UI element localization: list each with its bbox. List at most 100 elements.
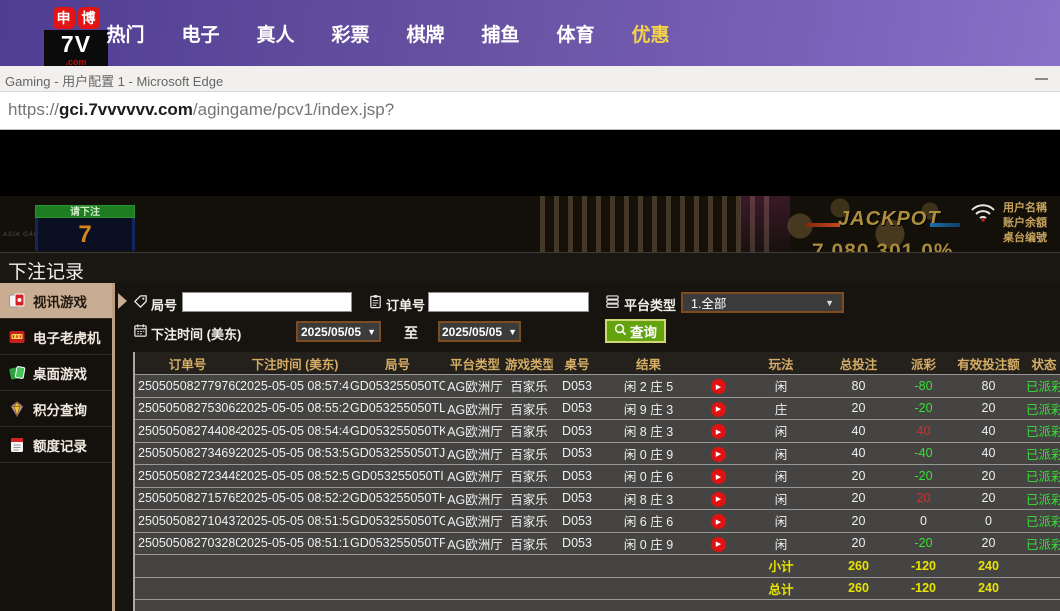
play-video-button[interactable]: ▶ — [711, 514, 726, 529]
sidebar-item-1[interactable]: 视讯游戏 — [0, 283, 112, 319]
grand-total-row-valid-bet: 240 — [951, 581, 1026, 595]
cell-order-number: 250505082715765 — [135, 491, 240, 505]
cell-table-number: D053 — [553, 514, 601, 528]
play-video-button[interactable]: ▶ — [711, 424, 726, 439]
user-info-line-3: 桌台编號 — [1003, 231, 1060, 246]
cell-table-number: D053 — [553, 424, 601, 438]
cell-play-video: ▶ — [696, 490, 741, 507]
cell-play-type: 闲 — [741, 511, 821, 530]
minimize-button[interactable] — [1035, 78, 1048, 80]
quota-records-icon — [8, 436, 26, 454]
column-header-3: 局号 — [350, 354, 445, 373]
round-input[interactable] — [182, 292, 352, 312]
bet-prompt: 请下注 — [35, 205, 135, 218]
cell-status: 已派彩 — [1026, 376, 1060, 395]
play-video-button[interactable]: ▶ — [711, 469, 726, 484]
cell-status: 已派彩 — [1026, 399, 1060, 418]
cell-platform: AG欧洲厅 — [445, 399, 505, 418]
nav-item-2[interactable]: 电子 — [163, 20, 238, 47]
date-to-button[interactable]: 2025/05/05 ▼ — [438, 321, 521, 342]
cell-table-number: D053 — [553, 446, 601, 460]
table-games-icon — [8, 364, 26, 382]
cell-platform: AG欧洲厅 — [445, 534, 505, 553]
table-row-7: 2505050827104372025-05-05 08:51:56GD0532… — [135, 509, 1060, 532]
play-video-button[interactable]: ▶ — [711, 379, 726, 394]
bet-time-label: 下注时间 (美东) — [151, 324, 241, 343]
subtotal-row-valid-bet: 240 — [951, 559, 1026, 573]
table-row-8: 2505050827032802025-05-05 08:51:17GD0532… — [135, 532, 1060, 555]
date-to-value: 2025/05/05 — [442, 325, 502, 339]
cell-order-number: 250505082710437 — [135, 514, 240, 528]
cell-play-type: 闲 — [741, 489, 821, 508]
column-header-11: 派彩 — [896, 354, 951, 373]
to-label: 至 — [404, 323, 418, 343]
grand-total-row-payout: -120 — [896, 581, 951, 595]
search-icon — [614, 323, 627, 339]
cell-bet-time: 2025-05-05 08:51:17 — [240, 536, 350, 550]
nav-item-5[interactable]: 棋牌 — [388, 20, 463, 47]
cell-valid-bet: 20 — [951, 401, 1026, 415]
cell-status: 已派彩 — [1026, 534, 1060, 553]
play-video-button[interactable]: ▶ — [711, 447, 726, 462]
cell-bet-time: 2025-05-05 08:53:55 — [240, 446, 350, 460]
nav-item-6[interactable]: 捕鱼 — [463, 20, 538, 47]
cell-payout: 0 — [896, 514, 951, 528]
cell-payout: -20 — [896, 469, 951, 483]
query-button[interactable]: 查询 — [605, 319, 666, 343]
nav-item-1[interactable]: 热门 — [88, 20, 163, 47]
user-info-line-1: 用户名稱 — [1003, 201, 1060, 216]
platform-select-value: 1.全部 — [691, 293, 726, 312]
nav-item-4[interactable]: 彩票 — [313, 20, 388, 47]
cell-platform: AG欧洲厅 — [445, 376, 505, 395]
jackpot-blue-bar — [930, 223, 960, 227]
cell-result: 闲 6 庄 6 — [601, 511, 696, 530]
sidebar-item-5[interactable]: 额度记录 — [0, 427, 112, 463]
column-header-13: 状态 — [1026, 354, 1060, 373]
cell-bet-time: 2025-05-05 08:57:41 — [240, 379, 350, 393]
date-from-button[interactable]: 2025/05/05 ▼ — [296, 321, 381, 342]
cell-platform: AG欧洲厅 — [445, 444, 505, 463]
cell-table-number: D053 — [553, 491, 601, 505]
sidebar-item-3[interactable]: 桌面游戏 — [0, 355, 112, 391]
content-area: 视讯游戏电子老虎机桌面游戏积分查询额度记录 局号 订单号 平台类型 1.全部 ▼ — [0, 283, 1060, 611]
address-bar[interactable]: https://gci.7vvvvvv.com/agingame/pcv1/in… — [0, 92, 1060, 130]
sidebar-item-label: 积分查询 — [33, 399, 87, 419]
nav-item-7[interactable]: 体育 — [538, 20, 613, 47]
play-video-button[interactable]: ▶ — [711, 537, 726, 552]
order-input[interactable] — [428, 292, 589, 312]
column-header-4: 平台类型 — [445, 354, 505, 373]
cell-result: 闲 0 庄 9 — [601, 534, 696, 553]
cell-total-bet: 80 — [821, 379, 896, 393]
url-text[interactable]: https://gci.7vvvvvv.com/agingame/pcv1/in… — [8, 100, 394, 120]
date-from-value: 2025/05/05 — [301, 325, 361, 339]
sidebar-item-4[interactable]: 积分查询 — [0, 391, 112, 427]
points-query-icon — [8, 400, 26, 418]
cell-valid-bet: 20 — [951, 536, 1026, 550]
cell-payout: 40 — [896, 424, 951, 438]
play-video-button[interactable]: ▶ — [711, 492, 726, 507]
nav-item-8[interactable]: 优惠 — [613, 20, 688, 47]
cell-valid-bet: 20 — [951, 469, 1026, 483]
sidebar-item-2[interactable]: 电子老虎机 — [0, 319, 112, 355]
sidebar-item-label: 视讯游戏 — [33, 291, 87, 311]
platform-select[interactable]: 1.全部 ▼ — [681, 292, 844, 313]
tag-icon — [133, 294, 148, 309]
play-video-button[interactable]: ▶ — [711, 402, 726, 417]
table-row-5: 2505050827234482025-05-05 08:52:59GD0532… — [135, 464, 1060, 487]
nav-item-3[interactable]: 真人 — [238, 20, 313, 47]
cell-play-type: 闲 — [741, 466, 821, 485]
jackpot-value: 7,080,301.0% — [812, 240, 954, 252]
subtotal-row-total-bet: 260 — [821, 559, 896, 573]
subtotal-row: 小计260-120240 — [135, 554, 1060, 577]
column-header-2: 下注时间 (美东) — [240, 354, 350, 373]
logo-badge-shen: 申 — [53, 7, 75, 29]
column-header-1: 订单号 — [135, 354, 240, 373]
cell-payout: -80 — [896, 379, 951, 393]
cell-play-video: ▶ — [696, 423, 741, 440]
cell-payout: -20 — [896, 536, 951, 550]
table-row-2: 2505050827530622025-05-05 08:55:26GD0532… — [135, 397, 1060, 420]
cell-order-number: 250505082723448 — [135, 469, 240, 483]
cell-game-type: 百家乐 — [505, 421, 553, 440]
column-header-12: 有效投注额 — [951, 354, 1026, 373]
cell-table-number: D053 — [553, 469, 601, 483]
